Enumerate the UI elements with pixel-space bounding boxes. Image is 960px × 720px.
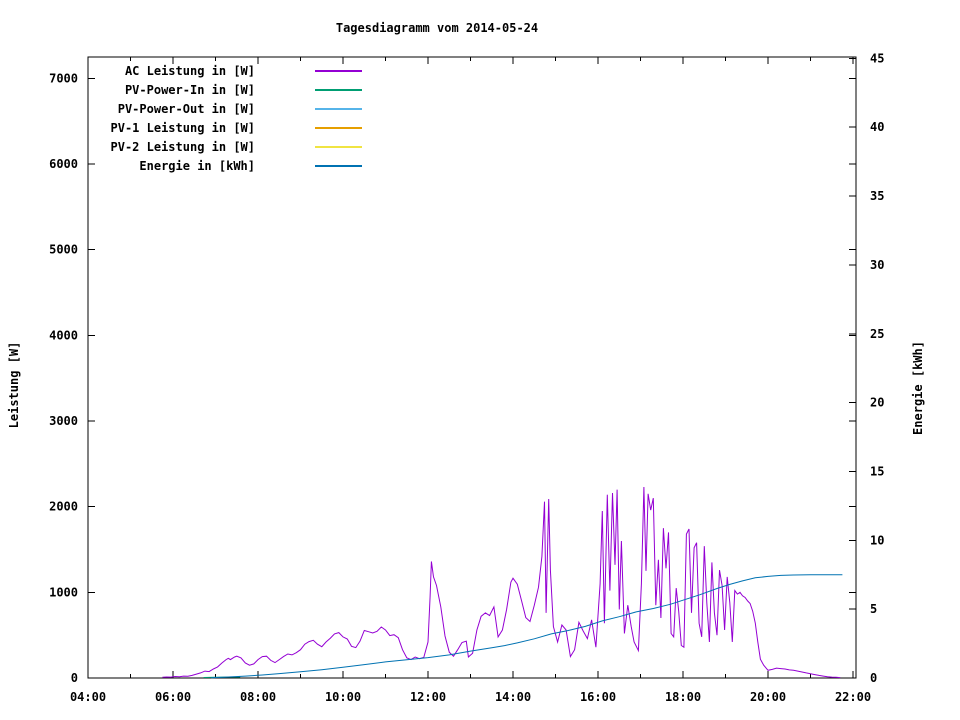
y2-tick-label: 0	[870, 671, 877, 685]
x-tick-label: 14:00	[495, 690, 531, 704]
x-tick-label: 08:00	[240, 690, 276, 704]
legend: AC Leistung in [W] PV-Power-In in [W] PV-P…	[111, 64, 362, 173]
x-tick-label: 16:00	[580, 690, 616, 704]
legend-entry: AC Leistung in [W]	[125, 64, 362, 78]
y-tick-label: 2000	[49, 500, 78, 514]
y2-tick-label: 45	[870, 51, 884, 65]
y2-tick-label: 30	[870, 258, 884, 272]
y-tick-label: 6000	[49, 157, 78, 171]
legend-entry: PV-2 Leistung in [W]	[111, 140, 362, 154]
y2-tick-label: 40	[870, 120, 884, 134]
x-tick-label: 18:00	[665, 690, 701, 704]
legend-entry: Energie in [kWh]	[139, 159, 362, 173]
x-tick-label: 04:00	[70, 690, 106, 704]
x-tick-label: 12:00	[410, 690, 446, 704]
x-tick-label: 10:00	[325, 690, 361, 704]
series-lines	[162, 486, 843, 679]
legend-label: AC Leistung in [W]	[125, 64, 255, 78]
legend-entry: PV-1 Leistung in [W]	[111, 121, 362, 135]
y2-tick-label: 20	[870, 396, 884, 410]
y2-tick-label: 25	[870, 327, 884, 341]
y2-tick-label: 35	[870, 189, 884, 203]
y-tick-label: 4000	[49, 328, 78, 342]
legend-label: Energie in [kWh]	[139, 159, 255, 173]
y2-tick-label: 5	[870, 602, 877, 616]
y2-tick-label: 10	[870, 533, 884, 547]
y-tick-label: 5000	[49, 243, 78, 257]
x-tick-label: 22:00	[835, 690, 871, 704]
y-axis-label: Leistung [W]	[7, 342, 21, 429]
y-tick-label: 1000	[49, 585, 78, 599]
chart-title: Tagesdiagramm vom 2014-05-24	[336, 21, 538, 35]
x-tick-label: 20:00	[750, 690, 786, 704]
legend-label: PV-1 Leistung in [W]	[111, 121, 256, 135]
y2-tick-label: 15	[870, 464, 884, 478]
y2-axis-label: Energie [kWh]	[911, 341, 925, 435]
y-tick-label: 3000	[49, 414, 78, 428]
legend-label: PV-2 Leistung in [W]	[111, 140, 256, 154]
tagesdiagramm-chart: Tagesdiagramm vom 2014-05-24 Leistung [W…	[7, 21, 925, 704]
legend-label: PV-Power-Out in [W]	[118, 102, 255, 116]
y-tick-label: 7000	[49, 71, 78, 85]
legend-entry: PV-Power-In in [W]	[125, 83, 362, 97]
y-tick-label: 0	[71, 671, 78, 685]
x-tick-label: 06:00	[155, 690, 191, 704]
legend-entry: PV-Power-Out in [W]	[118, 102, 362, 116]
legend-label: PV-Power-In in [W]	[125, 83, 255, 97]
chart-canvas: Tagesdiagramm vom 2014-05-24 Leistung [W…	[0, 0, 960, 720]
series-line-energie-in-kwh	[211, 574, 843, 679]
